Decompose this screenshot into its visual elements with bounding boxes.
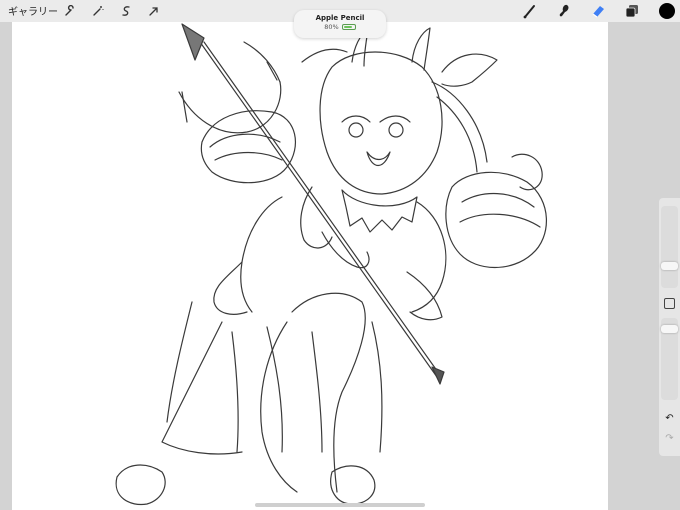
selection-icon[interactable] — [118, 3, 134, 19]
eraser-icon[interactable] — [589, 2, 607, 20]
battery-level — [343, 26, 352, 28]
brush-sidebar: ↶ ↷ — [659, 198, 680, 456]
apple-pencil-popup: Apple Pencil 80% — [294, 10, 386, 38]
magic-wand-icon[interactable] — [90, 3, 106, 19]
color-picker-swatch[interactable] — [659, 3, 675, 19]
modify-button[interactable] — [664, 298, 675, 309]
pencil-popup-title: Apple Pencil — [315, 14, 365, 22]
drawing-canvas[interactable] — [12, 22, 608, 510]
horn-right — [411, 27, 431, 71]
opacity-handle[interactable] — [661, 325, 678, 334]
trident-tip — [181, 23, 205, 61]
pencil-battery-percent: 80% — [324, 23, 339, 31]
brush-size-handle[interactable] — [661, 261, 678, 270]
brush-icon[interactable] — [521, 2, 539, 20]
brush-size-slider[interactable] — [661, 206, 678, 288]
transform-arrow-icon[interactable] — [146, 3, 162, 19]
undo-icon[interactable]: ↶ — [659, 413, 680, 424]
gallery-button[interactable]: ギャラリー — [8, 3, 58, 18]
trident-shaft — [199, 41, 438, 378]
battery-icon — [341, 24, 356, 30]
layers-icon[interactable] — [623, 2, 641, 20]
sketch-illustration — [115, 23, 547, 506]
redo-icon[interactable]: ↷ — [659, 433, 680, 444]
wrench-icon[interactable] — [62, 3, 78, 19]
home-indicator — [255, 503, 425, 507]
smudge-icon[interactable] — [555, 2, 573, 20]
